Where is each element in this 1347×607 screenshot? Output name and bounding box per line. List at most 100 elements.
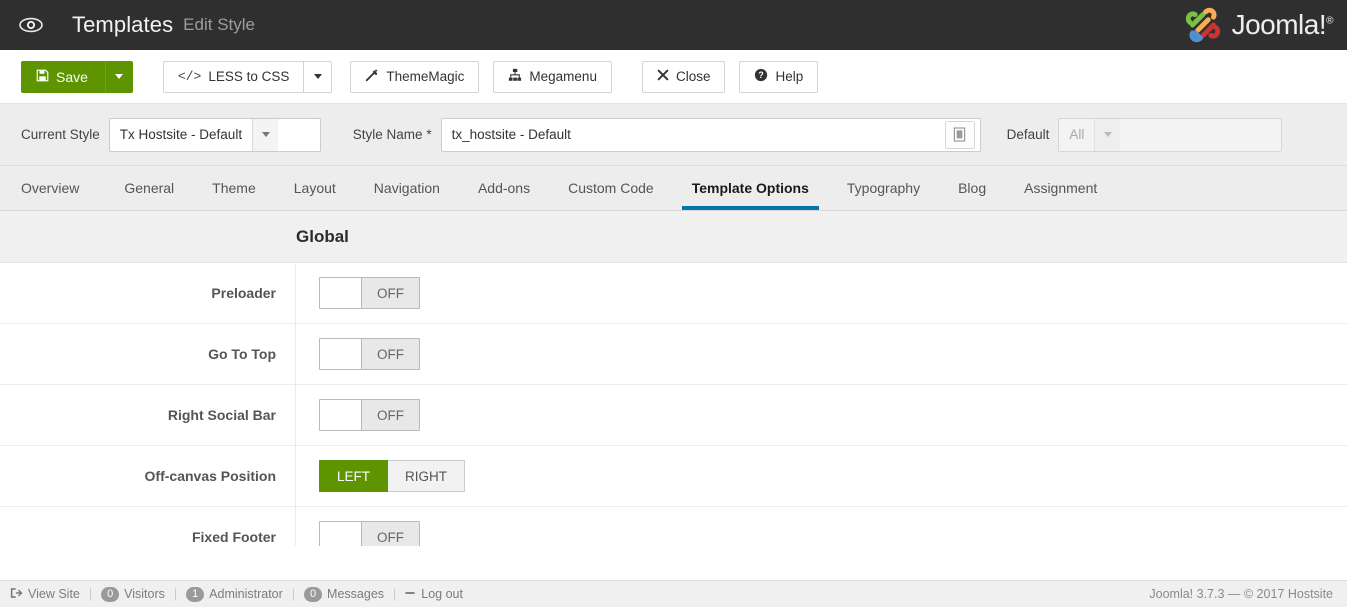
tab-theme[interactable]: Theme — [193, 166, 275, 210]
view-site-link[interactable]: View Site — [10, 587, 80, 602]
less-to-css-dropdown-toggle[interactable] — [304, 60, 333, 93]
thememagic-button[interactable]: ThemeMagic — [350, 60, 480, 93]
eye-icon[interactable] — [16, 17, 46, 33]
logout-label: Log out — [421, 587, 463, 601]
off-canvas-right-button[interactable]: RIGHT — [388, 460, 466, 492]
svg-text:?: ? — [759, 70, 764, 80]
visitors-status[interactable]: 0 Visitors — [101, 586, 165, 602]
required-marker: * — [426, 127, 432, 142]
tab-label: Assignment — [1024, 180, 1098, 196]
help-button[interactable]: ? Help — [739, 60, 819, 93]
tab-add-ons[interactable]: Add-ons — [459, 166, 549, 210]
current-style-select[interactable]: Tx Hostsite - Default — [108, 117, 321, 152]
joomla-mark-icon — [1185, 7, 1220, 43]
right-social-bar-label: Right Social Bar — [0, 385, 296, 445]
chevron-down-icon — [252, 118, 279, 151]
tab-typography[interactable]: Typography — [828, 166, 939, 210]
preloader-label: Preloader — [0, 263, 296, 323]
tab-label: Overview — [21, 180, 80, 196]
tab-assignment[interactable]: Assignment — [1005, 166, 1116, 210]
section-header-spacer — [0, 211, 296, 262]
form-row-right-social-bar: Right Social Bar OFF — [0, 385, 1347, 446]
save-button[interactable]: Save — [21, 60, 105, 93]
current-style-label: Current Style — [21, 127, 100, 142]
save-button-group: Save — [21, 60, 133, 93]
default-placeholder: All — [1059, 118, 1095, 151]
logout-link[interactable]: Log out — [405, 587, 463, 601]
go-to-top-label: Go To Top — [0, 324, 296, 384]
save-button-label: Save — [56, 68, 88, 85]
chevron-down-icon — [114, 74, 123, 79]
administrator-status[interactable]: 1 Administrator — [186, 586, 283, 602]
tab-label: Custom Code — [568, 180, 654, 196]
question-circle-icon: ? — [754, 68, 768, 85]
off-canvas-left-button[interactable]: LEFT — [319, 460, 389, 492]
preloader-toggle[interactable]: OFF — [319, 277, 420, 309]
form-row-preloader: Preloader OFF — [0, 263, 1347, 324]
joomla-logo: Joomla!® — [1182, 4, 1333, 46]
tab-layout[interactable]: Layout — [275, 166, 355, 210]
right-social-bar-toggle[interactable]: OFF — [319, 399, 420, 431]
external-link-icon — [10, 587, 23, 602]
status-bar: View Site | 0 Visitors | 1 Administrator… — [0, 580, 1347, 607]
fixed-footer-toggle[interactable]: OFF — [319, 521, 420, 546]
status-divider: | — [291, 587, 296, 601]
close-button[interactable]: Close — [641, 60, 726, 93]
megamenu-label: Megamenu — [529, 69, 597, 84]
sitemap-icon — [508, 68, 522, 85]
floppy-disk-icon — [36, 69, 49, 85]
tab-custom-code[interactable]: Custom Code — [549, 166, 673, 210]
toggle-off-slot[interactable]: OFF — [362, 278, 419, 308]
toggle-off-slot[interactable]: OFF — [362, 400, 419, 430]
default-select[interactable]: All — [1058, 117, 1283, 152]
toggle-off-slot[interactable]: OFF — [362, 522, 419, 546]
tab-label: Navigation — [373, 180, 440, 196]
tab-label: Add-ons — [477, 180, 531, 196]
messages-status[interactable]: 0 Messages — [304, 586, 385, 602]
minus-icon — [405, 587, 416, 601]
joomla-brand-sup: ® — [1326, 15, 1333, 27]
tab-label: Typography — [846, 180, 921, 196]
messages-label: Messages — [327, 587, 385, 601]
toggle-off-slot[interactable]: OFF — [362, 339, 419, 369]
style-name-input[interactable]: tx_hostsite - Default — [440, 117, 981, 152]
joomla-brand-text: Joomla! — [1231, 9, 1327, 40]
save-dropdown-toggle[interactable] — [104, 60, 133, 93]
style-bar: Current Style Tx Hostsite - Default Styl… — [0, 104, 1347, 166]
status-divider: | — [173, 587, 178, 601]
toggle-on-slot[interactable] — [320, 278, 362, 308]
article-icon[interactable] — [944, 120, 975, 149]
preloader-control: OFF — [296, 277, 420, 309]
tab-label: Layout — [293, 180, 336, 196]
toggle-on-slot[interactable] — [320, 522, 362, 546]
tab-blog[interactable]: Blog — [939, 166, 1005, 210]
tab-general[interactable]: General — [105, 166, 193, 210]
copyright-text: Joomla! 3.7.3 — © 2017 Hostsite — [1149, 587, 1333, 601]
section-header-global: Global — [0, 211, 1347, 263]
page-title: Templates — [72, 12, 174, 37]
current-style-value: Tx Hostsite - Default — [119, 127, 243, 142]
tab-overview[interactable]: Overview — [21, 166, 105, 210]
style-name-value: tx_hostsite - Default — [451, 127, 571, 142]
form-row-fixed-footer: Fixed Footer OFF — [0, 507, 1347, 546]
toggle-on-slot[interactable] — [320, 400, 362, 430]
off-canvas-position-buttons: LEFT RIGHT — [319, 460, 466, 492]
go-to-top-toggle[interactable]: OFF — [319, 338, 420, 370]
fixed-footer-label: Fixed Footer — [0, 507, 296, 546]
form-row-go-to-top: Go To Top OFF — [0, 324, 1347, 385]
toolbar: Save </> LESS to CSS ThemeMagic Megamenu… — [0, 50, 1347, 104]
tab-label: Theme — [212, 180, 256, 196]
tab-label: Blog — [958, 180, 987, 196]
tab-template-options[interactable]: Template Options — [673, 166, 828, 210]
administrator-count-badge: 1 — [186, 586, 205, 602]
messages-count-badge: 0 — [304, 586, 323, 602]
default-label: Default — [1006, 127, 1050, 142]
tab-label: Template Options — [691, 180, 809, 196]
section-title: Global — [296, 226, 349, 246]
view-site-label: View Site — [28, 587, 80, 601]
megamenu-button[interactable]: Megamenu — [493, 60, 612, 93]
less-to-css-button[interactable]: </> LESS to CSS — [162, 60, 305, 93]
toggle-on-slot[interactable] — [320, 339, 362, 369]
tab-navigation[interactable]: Navigation — [355, 166, 459, 210]
chevron-down-icon — [313, 74, 322, 79]
